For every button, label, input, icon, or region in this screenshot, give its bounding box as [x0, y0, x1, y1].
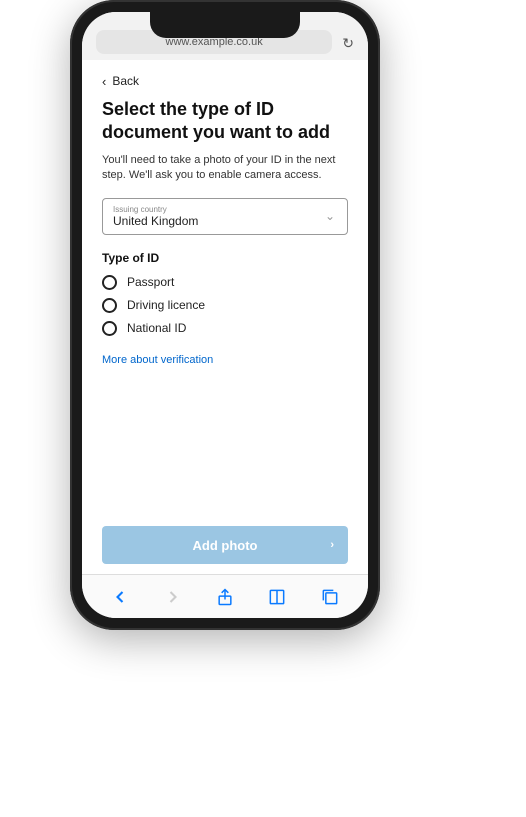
refresh-icon[interactable]: ↻: [342, 35, 354, 54]
issuing-country-select[interactable]: Issuing country United Kingdom ⌄: [102, 198, 348, 235]
back-label: Back: [112, 74, 139, 88]
radio-label: Driving licence: [127, 298, 205, 312]
chevron-down-icon: ⌄: [325, 209, 335, 223]
tabs-icon[interactable]: [320, 587, 340, 607]
radio-option-national-id[interactable]: National ID: [102, 321, 348, 336]
radio-icon: [102, 275, 117, 290]
radio-icon: [102, 298, 117, 313]
bookmarks-icon[interactable]: [267, 587, 287, 607]
type-of-id-label: Type of ID: [102, 251, 348, 265]
spacer: [102, 366, 348, 526]
more-about-verification-link[interactable]: More about verification: [102, 354, 348, 366]
page-title: Select the type of ID document you want …: [102, 98, 348, 143]
id-type-radio-group: Passport Driving licence National ID: [102, 275, 348, 344]
browser-forward-icon[interactable]: [163, 587, 183, 607]
add-photo-button[interactable]: Add photo ›: [102, 526, 348, 564]
page-content: ‹ Back Select the type of ID document yo…: [82, 60, 368, 574]
radio-label: National ID: [127, 321, 186, 335]
country-field-value: United Kingdom: [113, 214, 337, 228]
page-subtitle: You'll need to take a photo of your ID i…: [102, 153, 348, 184]
back-button[interactable]: ‹ Back: [102, 74, 348, 88]
phone-frame: www.example.co.uk ↻ ‹ Back Select the ty…: [70, 0, 380, 630]
radio-option-passport[interactable]: Passport: [102, 275, 348, 290]
radio-option-driving-licence[interactable]: Driving licence: [102, 298, 348, 313]
browser-back-icon[interactable]: [110, 587, 130, 607]
add-photo-label: Add photo: [193, 538, 258, 553]
radio-icon: [102, 321, 117, 336]
chevron-right-icon: ›: [330, 539, 334, 551]
share-icon[interactable]: [215, 587, 235, 607]
country-field-label: Issuing country: [113, 205, 337, 214]
phone-notch: [150, 12, 300, 38]
phone-screen: www.example.co.uk ↻ ‹ Back Select the ty…: [82, 12, 368, 618]
chevron-left-icon: ‹: [102, 75, 106, 88]
safari-toolbar: [82, 574, 368, 618]
radio-label: Passport: [127, 275, 174, 289]
